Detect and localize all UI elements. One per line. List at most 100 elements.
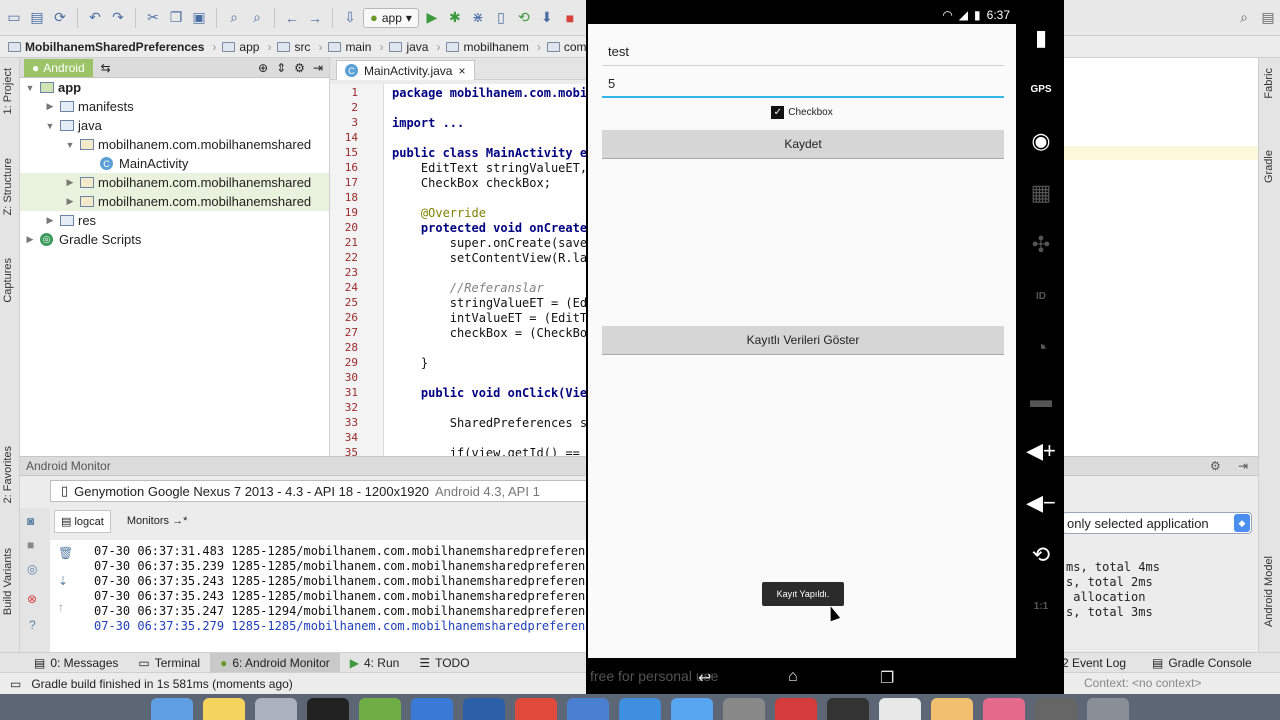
run-icon[interactable]: ▶ (422, 8, 442, 28)
checkbox-checked-icon[interactable]: ✓ (771, 105, 785, 119)
avd-manager-icon[interactable]: ▯ (491, 8, 511, 28)
tree-item[interactable]: C MainActivity (20, 154, 329, 173)
breadcrumb-item[interactable]: mobilhanem › (446, 40, 546, 54)
tab-favorites[interactable]: 2: Favorites (2, 446, 14, 503)
battery-widget-icon[interactable]: ▮ (1021, 20, 1061, 56)
undo-icon[interactable]: ↶ (85, 8, 105, 28)
forward-icon[interactable]: → (305, 8, 325, 28)
tool-event-log[interactable]: 2 Event Log (1052, 653, 1136, 673)
paste-icon[interactable]: ▣ (189, 8, 209, 28)
preview-icon[interactable] (567, 698, 609, 720)
scroll-end-icon[interactable]: ⇣ (58, 574, 68, 588)
tab-main-activity[interactable]: C MainActivity.java × (336, 60, 475, 80)
tree-item[interactable]: ▶ mobilhanem.com.mobilhanemshared (20, 173, 329, 192)
screenshot-icon[interactable]: ◙ (27, 514, 34, 528)
mail-icon[interactable] (931, 698, 973, 720)
notes-icon[interactable] (203, 698, 245, 720)
tree-toggle-icon[interactable]: ▶ (24, 234, 36, 245)
event-icon[interactable]: ▤ (1258, 8, 1278, 28)
tab-project[interactable]: 1: Project (2, 68, 14, 114)
tree-toggle-icon[interactable]: ▼ (44, 121, 56, 131)
target-icon[interactable]: ⊕ (258, 61, 268, 75)
record-icon[interactable]: ■ (27, 538, 34, 552)
back-icon[interactable]: ← (282, 8, 302, 28)
tree-item[interactable]: ▶ manifests (20, 97, 329, 116)
tool-android-monitor[interactable]: ● 6: Android Monitor (210, 652, 340, 673)
logcat-output[interactable]: 🗑 ⇣ ↑ 07-30 06:37:31.483 1285-1285/mobil… (50, 540, 588, 652)
breadcrumb-item[interactable]: main › (328, 40, 389, 54)
camera-icon[interactable]: ◉ (1021, 123, 1061, 159)
tree-toggle-icon[interactable]: ▶ (44, 215, 56, 226)
tree-item[interactable]: ▶ res (20, 211, 329, 230)
tab-monitors[interactable]: Monitors →* (121, 511, 194, 531)
run-config-dropdown[interactable]: ● app ▾ (363, 7, 419, 28)
string-value-input[interactable]: test (602, 38, 1004, 66)
breadcrumb-item[interactable]: MobilhanemSharedPreferences › (8, 40, 222, 54)
redo-icon[interactable]: ↷ (108, 8, 128, 28)
find-icon[interactable]: ⌕ (224, 8, 244, 28)
tab-gradle[interactable]: Gradle (1263, 150, 1275, 183)
hide-icon[interactable]: ⇥ (313, 61, 323, 75)
close-icon[interactable]: × (458, 64, 465, 78)
recents-icon[interactable]: ❐ (880, 668, 894, 688)
attach-debugger-icon[interactable]: ⋇ (468, 8, 488, 28)
collapse-icon[interactable]: ⇕ (276, 61, 286, 75)
safari-icon[interactable] (619, 698, 661, 720)
itunes-icon[interactable] (983, 698, 1025, 720)
swap-icon[interactable]: ⇆ (101, 61, 111, 75)
tree-toggle-icon[interactable]: ▼ (64, 140, 76, 150)
photos-icon[interactable] (879, 698, 921, 720)
apply-changes-icon[interactable]: ⟲ (514, 8, 534, 28)
terminate-icon[interactable]: ⊗ (27, 592, 37, 606)
tree-toggle-icon[interactable]: ▶ (64, 196, 76, 207)
gear-icon[interactable]: ⚙ (294, 61, 305, 75)
sms-icon[interactable]: ▬ (1021, 382, 1061, 418)
open-folder-icon[interactable]: ▭ (4, 8, 24, 28)
rotate-icon[interactable]: ⟲ (1021, 537, 1061, 573)
breadcrumb-item[interactable]: java › (389, 40, 446, 54)
tree-toggle-icon[interactable]: ▶ (64, 177, 76, 188)
cut-icon[interactable]: ✂ (143, 8, 163, 28)
back-icon[interactable]: ↩ (698, 668, 711, 688)
volume-down-icon[interactable]: ◀− (1021, 485, 1061, 521)
sync-icon[interactable]: ⟳ (50, 8, 70, 28)
tab-captures[interactable]: Captures (2, 258, 14, 303)
tree-item[interactable]: ▼ app (20, 78, 329, 97)
capture-icon[interactable]: ▦ (1021, 175, 1061, 211)
copy-icon[interactable]: ❐ (166, 8, 186, 28)
tree-toggle-icon[interactable]: ▶ (44, 101, 56, 112)
stop-icon[interactable]: ■ (560, 8, 580, 28)
hide-icon[interactable]: ⇥ (1238, 459, 1248, 473)
breadcrumb-item[interactable]: src › (277, 40, 328, 54)
tab-build-variants[interactable]: Build Variants (2, 548, 14, 615)
device-id-widget[interactable]: ID (1021, 278, 1061, 314)
calendar-icon[interactable] (775, 698, 817, 720)
replace-icon[interactable]: ⌕ (247, 8, 267, 28)
project-view-selector[interactable]: ● Android (24, 58, 93, 77)
dpad-icon[interactable]: ✣ (1021, 227, 1061, 263)
debug-icon[interactable]: ✱ (445, 8, 465, 28)
tree-item[interactable]: ▶ mobilhanem.com.mobilhanemshared (20, 192, 329, 211)
gps-widget[interactable]: GPS (1021, 72, 1061, 108)
trash-icon[interactable]: 🗑 (58, 546, 73, 560)
home-icon[interactable]: ⌂ (788, 668, 798, 686)
rss-icon[interactable]: ◔ (1021, 330, 1061, 366)
tool-terminal[interactable]: ▭ Terminal (128, 653, 210, 673)
volume-up-icon[interactable]: ◀+ (1021, 433, 1061, 469)
system-info-icon[interactable]: ◎ (27, 562, 37, 576)
tab-android-model[interactable]: Android Model (1263, 556, 1275, 627)
show-saved-button[interactable]: Kayıtlı Verileri Göster (602, 326, 1004, 355)
finder-icon[interactable] (151, 698, 193, 720)
pixel-perfect-widget[interactable]: 1:1 (1021, 588, 1061, 624)
tree-item[interactable]: ▼ java (20, 116, 329, 135)
checkbox-row[interactable]: ✓ Checkbox (588, 102, 1016, 122)
chrome-icon[interactable] (515, 698, 557, 720)
xcode-icon[interactable] (411, 698, 453, 720)
tool-gradle-console[interactable]: ▤ Gradle Console (1142, 653, 1262, 673)
launchpad-icon[interactable] (255, 698, 297, 720)
status-toggle-icon[interactable]: ▭ (10, 677, 21, 691)
make-project-icon[interactable]: ⇩ (340, 8, 360, 28)
tool-todo[interactable]: ☰ TODO (409, 653, 479, 673)
search-everywhere-icon[interactable]: ⌕ (1234, 8, 1254, 28)
gear-icon[interactable]: ⚙ (1210, 459, 1221, 473)
